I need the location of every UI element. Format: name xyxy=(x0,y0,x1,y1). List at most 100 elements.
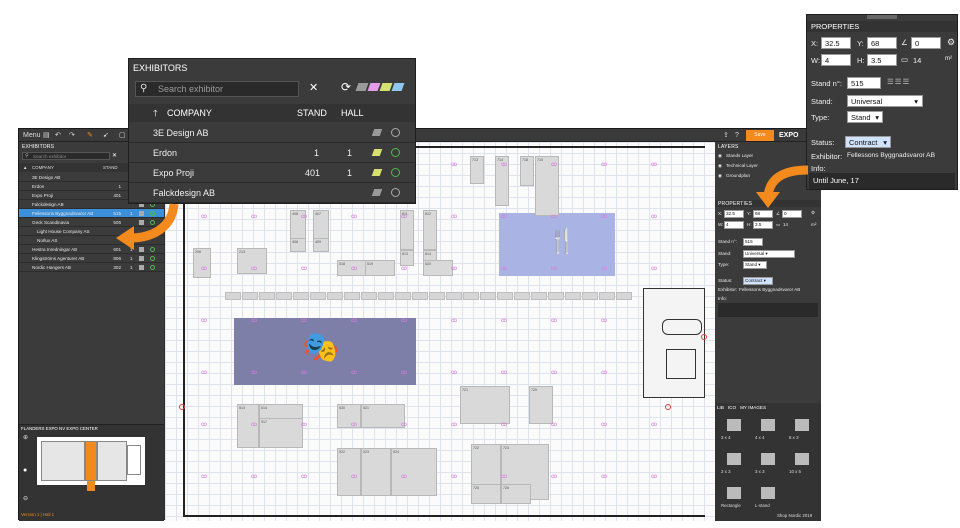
stand[interactable]: 530 xyxy=(337,404,361,428)
zoom-type-select[interactable]: Stand ▾ xyxy=(847,111,883,123)
zoom-list-item[interactable]: Expo Proji 401 1 xyxy=(129,163,415,183)
stand[interactable]: 713 xyxy=(470,156,484,184)
tag-icon[interactable] xyxy=(355,83,369,91)
library-item[interactable]: 3 x 3 xyxy=(753,449,783,479)
stand[interactable]: 407 xyxy=(313,210,329,240)
library-item[interactable]: Rectangle xyxy=(719,483,749,513)
y-field[interactable]: 68 xyxy=(753,210,773,218)
tag-icon[interactable] xyxy=(371,129,383,136)
align-icons[interactable]: ☰☰☰ xyxy=(887,77,910,86)
clear-search-icon[interactable]: ✕ xyxy=(112,152,117,159)
w-field[interactable]: 4 xyxy=(724,221,744,229)
zoom-list-item[interactable]: Erdon 1 1 xyxy=(129,143,415,163)
eye-icon[interactable]: ◉ xyxy=(718,161,722,170)
library-item[interactable]: 4 x 4 xyxy=(753,415,783,445)
play-icon[interactable] xyxy=(391,128,400,137)
stand[interactable]: 726 xyxy=(501,484,531,504)
zoom-info-field[interactable]: Until June, 17 xyxy=(809,173,955,189)
gear-icon[interactable]: ⚙ xyxy=(947,37,955,48)
angle-field[interactable]: 0 xyxy=(782,210,802,218)
tag-icon[interactable] xyxy=(379,83,393,91)
zoom-h-field[interactable]: 3.5 xyxy=(867,54,897,66)
tag-icon[interactable] xyxy=(367,83,381,91)
play-icon[interactable] xyxy=(391,148,400,157)
tag-icon[interactable] xyxy=(139,256,144,261)
zoom-col-hall[interactable]: HALL xyxy=(341,104,364,122)
library-item[interactable]: 2 x 3 xyxy=(719,449,749,479)
library-item[interactable]: 6 x 3 xyxy=(787,415,817,445)
stage-area[interactable]: 🎭 xyxy=(234,318,416,385)
stand[interactable]: 206 xyxy=(193,248,211,278)
cursor-icon[interactable]: ➹ xyxy=(103,130,109,141)
redo-icon[interactable]: ↷ xyxy=(69,130,75,141)
zoom-stand-select[interactable]: Universal ▾ xyxy=(847,95,923,107)
list-item[interactable]: Nordic Hangers AB 302 1 xyxy=(19,263,164,272)
stand[interactable]: 519 xyxy=(365,260,395,276)
stand[interactable]: 718 xyxy=(520,156,534,186)
stand[interactable]: 524 xyxy=(391,448,437,496)
zoom-search-input[interactable]: ⚲ Search exhibitor xyxy=(135,81,299,97)
tag-icon[interactable] xyxy=(371,189,383,196)
tag-icon[interactable] xyxy=(371,149,383,156)
menu-icon[interactable]: ▤ xyxy=(43,130,50,141)
zoom-w-field[interactable]: 4 xyxy=(821,54,851,66)
zoom-angle-field[interactable]: 0 xyxy=(911,37,941,49)
stand[interactable]: 409 xyxy=(313,238,329,252)
minimap-radio-icon[interactable]: ● xyxy=(23,467,27,474)
h-field[interactable]: 3.5 xyxy=(753,221,773,229)
menu-button[interactable]: Menu xyxy=(23,130,41,141)
stand-select[interactable]: Universal ▾ xyxy=(743,250,795,258)
help-icon[interactable]: ? xyxy=(735,130,739,141)
gear-icon[interactable]: ⚙ xyxy=(811,210,815,216)
zoom-col-stand[interactable]: STAND xyxy=(297,104,327,122)
library-item[interactable]: 10 x 5 xyxy=(787,449,817,479)
zoom-out-icon[interactable]: ⊖ xyxy=(23,495,28,502)
stand[interactable]: 408 xyxy=(290,238,306,252)
undo-icon[interactable]: ↶ xyxy=(55,130,61,141)
clear-search-icon[interactable]: ✕ xyxy=(309,81,318,94)
stand[interactable]: 523 xyxy=(361,448,391,496)
share-icon[interactable]: ⇪ xyxy=(723,130,729,141)
zoom-col-company[interactable]: COMPANY xyxy=(167,104,212,122)
drag-handle[interactable] xyxy=(867,15,897,19)
tag-icon[interactable] xyxy=(391,83,405,91)
stand[interactable]: 725 xyxy=(471,484,501,504)
pencil-icon[interactable]: ✎ xyxy=(87,130,93,141)
stand[interactable]: 812 xyxy=(423,210,437,250)
list-item[interactable]: Klingströms Agenturer AB 806 1 xyxy=(19,254,164,263)
stand[interactable]: 720 xyxy=(529,386,553,424)
col-company[interactable]: COMPANY xyxy=(32,163,54,172)
zoom-x-field[interactable]: 32.5 xyxy=(821,37,851,49)
stand[interactable]: 522 xyxy=(337,448,361,496)
library-item[interactable]: 3 x 4 xyxy=(719,415,749,445)
stand[interactable]: 517 xyxy=(259,418,303,448)
library-tab[interactable]: ICO xyxy=(728,405,736,410)
save-button[interactable]: Save xyxy=(746,130,774,141)
play-icon[interactable] xyxy=(391,188,400,197)
x-field[interactable]: 32.5 xyxy=(724,210,744,218)
search-input[interactable]: Search exhibitor ⚲ xyxy=(22,152,110,160)
stand[interactable]: 813 xyxy=(400,250,414,266)
zoom-status-select[interactable]: Contract ▾ xyxy=(845,136,891,148)
select-box-icon[interactable]: ▢ xyxy=(119,130,126,141)
stand[interactable]: 721 xyxy=(460,386,510,424)
tag-icon[interactable] xyxy=(371,169,383,176)
eye-icon[interactable]: ◉ xyxy=(718,171,722,180)
zoom-y-field[interactable]: 68 xyxy=(867,37,897,49)
zoom-list-item[interactable]: 3E Design AB xyxy=(129,123,415,143)
stand[interactable]: 520 xyxy=(423,260,453,276)
zoom-stand-no-field[interactable]: 515 xyxy=(847,77,881,89)
play-icon[interactable] xyxy=(150,265,155,270)
type-select[interactable]: Stand ▾ xyxy=(743,261,767,269)
library-tab[interactable]: MY IMAGES xyxy=(740,405,766,410)
stand-no-field[interactable]: 515 xyxy=(743,238,763,246)
play-icon[interactable] xyxy=(150,256,155,261)
minimap[interactable] xyxy=(37,437,145,491)
stand[interactable]: 521 xyxy=(361,404,405,428)
play-icon[interactable] xyxy=(391,168,400,177)
col-stand[interactable]: STAND xyxy=(103,163,118,172)
info-field[interactable] xyxy=(718,303,818,317)
eye-icon[interactable]: ◉ xyxy=(718,151,722,160)
library-tab[interactable]: LIB xyxy=(717,405,724,410)
sort-arrow-icon[interactable]: ▲ xyxy=(23,163,27,172)
